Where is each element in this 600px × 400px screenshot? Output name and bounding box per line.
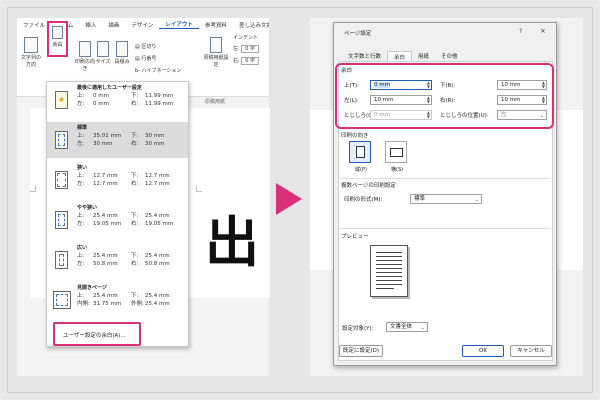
size-button[interactable]: サイズ (93, 41, 113, 66)
custom-margins-button[interactable]: ユーザー設定の余白(A)... (53, 322, 141, 346)
multi-page-label: 印刷の形式(M): (344, 197, 383, 203)
tab-references[interactable]: 参考資料 (199, 21, 233, 29)
close-icon[interactable]: × (540, 27, 546, 35)
arrow-right-icon (276, 183, 302, 215)
dialog-title: ページ設定 (344, 31, 372, 37)
tab-layout[interactable]: レイアウト (159, 20, 199, 29)
margin-preset-moderate[interactable]: やや狭い 上: 25.4 mm 下: 25.4 mm 左: 19.05 mm 右: 19.0… (47, 202, 188, 238)
hyphenation-button[interactable]: b- ハイフネーション (135, 67, 181, 74)
manuscript-group-label: 原稿用紙 (205, 99, 226, 105)
page-preview (370, 245, 408, 297)
tab-draw[interactable]: 描画 (102, 21, 125, 29)
star-page-icon (55, 91, 68, 109)
margin-preset-last-custom[interactable]: 最後に適用したユーザー設定 上:0 mm下:11.99 mm 左:0 mm右:1… (47, 82, 188, 118)
multi-page-section-label: 複数ページの印刷設定 (341, 183, 396, 189)
tab-file[interactable]: ファイル (17, 21, 51, 29)
page-margin-icon (55, 251, 68, 269)
page-margin-icon (55, 171, 68, 189)
margin-preset-wide[interactable]: 広い 上: 25.4 mm 下: 25.4 mm 左: 50.8 mm 右: 50.8 mm (47, 242, 188, 278)
landscape-icon (390, 148, 403, 157)
help-icon[interactable]: ? (519, 28, 522, 35)
orientation-section-label: 印刷の向き (341, 133, 369, 139)
orientation-icon (79, 41, 91, 57)
columns-icon (116, 41, 128, 57)
preview-section-label: プレビュー (341, 234, 369, 240)
portrait-button[interactable] (349, 141, 371, 163)
margin-preset-mirrored[interactable]: 見開きページ 上: 25.4 mm 下: 25.4 mm 内側: 31.75 mm 外側:… (47, 282, 188, 318)
line-numbers-button[interactable]: ▤ 行番号 (135, 55, 156, 62)
text-direction-button[interactable]: 文字列の方向 (19, 37, 43, 69)
multi-page-select[interactable]: 標準 ⌄ (410, 194, 482, 204)
set-default-button[interactable]: 既定に設定(D) (339, 345, 383, 357)
landscape-label: 横(S) (391, 167, 404, 173)
margin-preset-normal[interactable]: 標準 上: 35.01 mm 下: 30 mm 左: 30 mm 右: 30 mm (47, 122, 188, 158)
page-margin-icon (55, 131, 68, 149)
tab-insert[interactable]: 挿入 (79, 21, 102, 29)
manuscript-icon (210, 37, 222, 53)
margins-icon (52, 26, 63, 39)
apply-to-select[interactable]: 文書全体 ⌄ (386, 322, 428, 332)
portrait-label: 縦(P) (355, 167, 367, 173)
document-page (557, 110, 583, 270)
crop-mark (196, 186, 202, 192)
margin-highlight-box (335, 63, 554, 129)
chevron-down-icon: ⌄ (474, 197, 479, 203)
text-direction-icon (24, 37, 38, 53)
crop-mark (30, 186, 36, 192)
mirror-pages-icon (53, 291, 71, 309)
indent-left[interactable]: 左: 0 字 (233, 45, 260, 53)
portrait-icon (356, 146, 365, 158)
page-margin-icon (55, 211, 68, 229)
apply-to-label: 設定対象(Y): (342, 326, 374, 332)
indent-label: インデント (233, 35, 259, 41)
manuscript-button[interactable]: 原稿用紙設定 (203, 37, 229, 69)
size-icon (97, 41, 109, 57)
ok-button[interactable]: OK (462, 345, 504, 357)
margins-dropdown: 最後に適用したユーザー設定 上:0 mm下:11.99 mm 左:0 mm右:1… (46, 81, 189, 347)
indent-right[interactable]: 右: 0 字 (233, 57, 260, 65)
cancel-button[interactable]: キャンセル (510, 345, 552, 357)
margins-button[interactable]: 余白 (47, 21, 68, 57)
chevron-down-icon: ⌄ (420, 325, 425, 331)
columns-button[interactable]: 段組み (111, 41, 133, 66)
document-text: 出 (205, 210, 259, 274)
tab-design[interactable]: デザイン (125, 21, 159, 29)
margin-preset-narrow[interactable]: 狭い 上: 12.7 mm 下: 12.7 mm 左: 12.7 mm 右: 12.7 mm (47, 162, 188, 198)
landscape-button[interactable] (385, 141, 407, 163)
tab-mailings[interactable]: 差し込み文書 (233, 21, 269, 29)
breaks-button[interactable]: ▤ 区切り (135, 43, 156, 50)
